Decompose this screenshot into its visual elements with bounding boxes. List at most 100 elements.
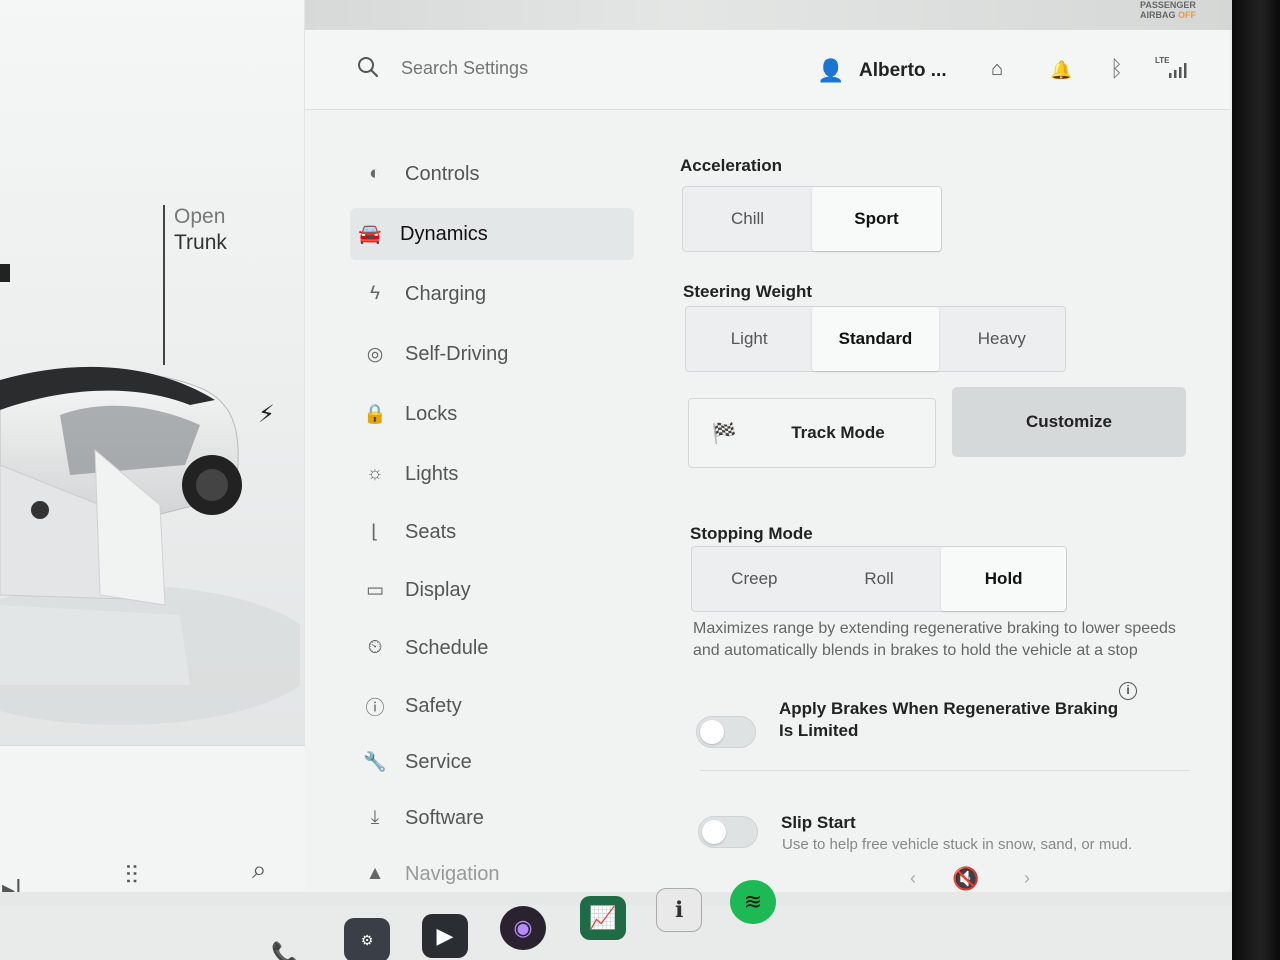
user-profile-icon[interactable]: 👤 [817, 58, 844, 84]
settings-topbar: 👤 Alberto ... ⌂ 🔔 ᛒ LTE [305, 30, 1230, 110]
sidebar-item-label: Controls [405, 162, 480, 185]
slip-start-description: Use to help free vehicle stuck in snow, … [782, 836, 1133, 853]
user-name[interactable]: Alberto ... [859, 60, 947, 82]
chevron-left-icon[interactable]: ‹ [910, 868, 916, 889]
stopping-option-hold[interactable]: Hold [941, 547, 1067, 611]
stopping-mode-label: Stopping Mode [690, 524, 813, 543]
alert-icon: ⓘ [365, 697, 385, 719]
car-image [0, 366, 300, 725]
customize-button[interactable]: Customize [952, 387, 1186, 457]
screen-bezel [1232, 0, 1280, 960]
sidebar-item-label: Safety [405, 694, 462, 717]
download-icon: ⤓ [370, 807, 380, 828]
toggle-knob [702, 820, 726, 844]
sidebar-item-charging[interactable]: ϟ Charging [355, 268, 637, 320]
theater-icon[interactable]: ▶ [422, 914, 468, 958]
apply-brakes-label: Apply Brakes When Regenerative Braking I… [779, 699, 1119, 740]
trunk-label: Trunk [174, 231, 227, 254]
car-panel: Open Trunk ⚡ ▸| ⫶⫶ ⌕ [0, 0, 322, 904]
edge-marker [0, 264, 10, 282]
steering-option-standard[interactable]: Standard [812, 307, 939, 371]
sidebar-item-label: Service [405, 750, 472, 773]
slip-start-toggle[interactable] [698, 816, 758, 848]
checkered-flag-icon: 🏁 [711, 422, 737, 445]
camera-icon[interactable]: ◉ [500, 906, 546, 950]
media-controls: ▸| ⫶⫶ ⌕ [0, 850, 300, 904]
bell-icon[interactable]: 🔔 [1050, 60, 1072, 81]
media-search-icon[interactable]: ⌕ [252, 854, 267, 886]
bluetooth-icon[interactable]: ᛒ [1110, 56, 1123, 82]
sidebar-item-label: Lights [405, 462, 459, 485]
steering-weight-label: Steering Weight [683, 282, 813, 301]
steering-weight-selector: Light Standard Heavy [685, 306, 1066, 372]
wrench-icon: 🔧 [363, 752, 387, 773]
sidebar-item-label: Locks [405, 402, 458, 425]
airbag-line2: AIRBAG [1140, 10, 1176, 20]
sidebar-item-lights[interactable]: ☼ Lights [355, 448, 637, 500]
divider [700, 770, 1190, 771]
spotify-icon[interactable]: ≋ [730, 880, 776, 924]
slip-start-label: Slip Start [781, 813, 856, 832]
open-trunk-button[interactable]: Open Trunk [174, 204, 227, 256]
equalizer-icon[interactable]: ⫶⫶ [125, 860, 138, 892]
steering-wheel-icon: ◎ [366, 343, 384, 365]
manual-icon[interactable]: ℹ [656, 888, 702, 932]
sidebar-item-dynamics[interactable]: 🚘 Dynamics [350, 208, 634, 260]
passenger-airbag-status: PASSENGER AIRBAG OFF [1140, 0, 1196, 20]
sidebar-item-label: Display [405, 578, 471, 601]
sidebar-item-self-driving[interactable]: ◎ Self-Driving [355, 328, 637, 380]
clock-icon: ⏲ [367, 637, 383, 658]
sidebar-item-service[interactable]: 🔧 Service [355, 736, 637, 788]
info-icon[interactable]: i [1119, 682, 1137, 700]
seat-icon: ⌊ [371, 521, 379, 543]
trunk-indicator-line [163, 205, 165, 365]
signal-bars-icon [1169, 63, 1187, 78]
navigation-icon: ▲ [365, 863, 385, 884]
phone-icon[interactable]: 📞 [262, 932, 308, 960]
display-icon: ▭ [366, 579, 384, 601]
sidebar-item-seats[interactable]: ⌊ Seats [355, 506, 637, 558]
steering-option-light[interactable]: Light [686, 307, 812, 371]
stopping-option-creep[interactable]: Creep [692, 547, 817, 611]
track-mode-label: Track Mode [791, 423, 885, 442]
volume-muted-icon[interactable]: 🔇 [952, 866, 979, 892]
car-icon: 🚘 [358, 224, 382, 245]
stopping-mode-selector: Creep Roll Hold [691, 546, 1067, 612]
sidebar-item-label: Navigation [405, 862, 500, 885]
apply-brakes-toggle[interactable] [696, 716, 756, 748]
home-icon[interactable]: ⌂ [991, 58, 1003, 81]
sidebar-item-label: Self-Driving [405, 342, 509, 365]
chevron-right-icon[interactable]: › [1024, 868, 1030, 889]
airbag-state: OFF [1178, 10, 1197, 20]
sidebar-item-label: Schedule [405, 636, 489, 659]
sidebar-item-safety[interactable]: ⓘ Safety [355, 680, 637, 732]
acceleration-option-sport[interactable]: Sport [812, 187, 941, 251]
stopping-option-roll[interactable]: Roll [817, 547, 942, 611]
sidebar-item-locks[interactable]: 🔒 Locks [355, 388, 637, 440]
sidebar-item-software[interactable]: ⤓ Software [355, 792, 637, 844]
open-label: Open [174, 205, 226, 228]
lock-icon: 🔒 [363, 404, 387, 425]
stopping-mode-description: Maximizes range by extending regenerativ… [693, 620, 1176, 659]
airbag-line1: PASSENGER [1140, 0, 1196, 10]
map-strip[interactable] [304, 0, 1234, 30]
bolt-icon: ϟ [369, 283, 381, 304]
sidebar-item-display[interactable]: ▭ Display [355, 564, 637, 616]
sidebar-item-controls[interactable]: ◐ Controls [355, 148, 637, 200]
energy-icon[interactable]: 📈 [580, 896, 626, 940]
sun-icon: ☼ [366, 463, 384, 484]
search-icon[interactable] [357, 56, 379, 78]
acceleration-option-chill[interactable]: Chill [683, 187, 812, 251]
settings-sidebar: ◐ Controls 🚘 Dynamics ϟ Charging ◎ Self-… [345, 142, 645, 922]
sidebar-item-label: Charging [405, 282, 487, 305]
search-input[interactable] [401, 58, 661, 79]
touchscreen: PASSENGER AIRBAG OFF Open Trunk ⚡ ▸| ⫶⫶ … [0, 0, 1240, 960]
acceleration-label: Acceleration [680, 156, 783, 175]
sidebar-item-label: Dynamics [400, 222, 488, 245]
track-mode-button[interactable]: 🏁 Track Mode [688, 398, 936, 468]
steering-option-heavy[interactable]: Heavy [939, 307, 1065, 371]
toggle-icon: ◐ [369, 163, 381, 184]
toybox-icon[interactable]: ⚙ [344, 918, 390, 960]
acceleration-selector: Chill Sport [682, 186, 942, 252]
sidebar-item-schedule[interactable]: ⏲ Schedule [355, 622, 637, 674]
